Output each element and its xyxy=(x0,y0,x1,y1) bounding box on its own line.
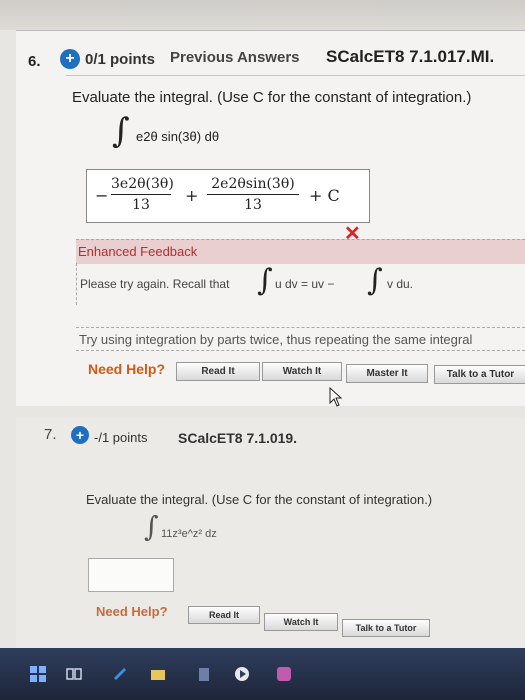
talk-to-tutor-button[interactable]: Talk to a Tutor xyxy=(342,619,430,637)
expand-plus-icon[interactable]: + xyxy=(60,49,80,69)
watch-it-button[interactable]: Watch It xyxy=(264,613,338,631)
points-label: -/1 points xyxy=(94,430,148,445)
previous-answers-link[interactable]: Previous Answers xyxy=(170,49,300,66)
question-6-header: 6. + 0/1 points Previous Answers SCalcET… xyxy=(16,45,525,73)
header-divider xyxy=(66,75,525,76)
read-it-button[interactable]: Read It xyxy=(188,606,260,624)
mouse-cursor-icon xyxy=(329,387,343,407)
integral-expression: e2θ sin(3θ) dθ xyxy=(136,129,220,144)
fraction-2-denominator: 13 xyxy=(244,197,262,213)
top-strip xyxy=(0,0,525,30)
feedback-title: Enhanced Feedback xyxy=(78,244,198,259)
edge-icon[interactable] xyxy=(112,666,128,682)
store-icon[interactable] xyxy=(196,666,212,682)
formula-part-2: v du. xyxy=(387,277,414,291)
folder-icon[interactable] xyxy=(150,666,166,682)
task-view-icon[interactable] xyxy=(66,666,82,682)
taskbar xyxy=(0,648,525,700)
master-it-button[interactable]: Master It xyxy=(346,364,428,383)
hint-box: Try using integration by parts twice, th… xyxy=(76,327,525,351)
formula-part-1: u dv = uv − xyxy=(275,277,335,291)
plus-sign: + xyxy=(185,186,199,205)
fraction-1: 3e2θ(3θ) 13 xyxy=(111,176,174,213)
windows-start-icon[interactable] xyxy=(30,666,46,682)
integral-expression: 11z³e^z² dz xyxy=(161,528,217,540)
app-icon[interactable] xyxy=(276,666,292,682)
fraction-1-denominator: 13 xyxy=(132,197,150,213)
question-number: 6. xyxy=(28,53,41,70)
feedback-body: Please try again. Recall that ∫ u dv = u… xyxy=(76,263,525,305)
feedback-text: Please try again. Recall that xyxy=(80,277,230,291)
fraction-1-numerator: 3e2θ(3θ) xyxy=(111,176,174,192)
question-number: 7. xyxy=(44,426,57,443)
watch-it-button[interactable]: Watch It xyxy=(262,362,342,381)
problem-code: SCalcET8 7.1.019. xyxy=(178,430,298,446)
read-it-button[interactable]: Read It xyxy=(176,362,260,381)
question-instruction: Evaluate the integral. (Use C for the co… xyxy=(72,89,472,106)
fraction-2: 2e2θsin(3θ) 13 xyxy=(207,176,299,213)
question-7-panel: 7. + -/1 points SCalcET8 7.1.019. Evalua… xyxy=(16,418,525,648)
answer-input-box[interactable] xyxy=(88,558,174,592)
integral-sign-icon: ∫ xyxy=(144,510,159,543)
question-instruction: Evaluate the integral. (Use C for the co… xyxy=(86,492,433,507)
constant-term: + C xyxy=(309,186,340,205)
integral-sign-icon: ∫ xyxy=(367,263,383,298)
feedback-header: Enhanced Feedback xyxy=(76,239,525,264)
minus-sign: − xyxy=(95,186,109,205)
integral-sign-icon: ∫ xyxy=(257,263,273,298)
fraction-2-numerator: 2e2θsin(3θ) xyxy=(211,176,295,192)
hint-text: Try using integration by parts twice, th… xyxy=(79,332,473,347)
integral-sign-icon: ∫ xyxy=(112,111,130,151)
question-6-panel: 6. + 0/1 points Previous Answers SCalcET… xyxy=(16,30,525,407)
points-label: 0/1 points xyxy=(85,51,156,68)
need-help-label: Need Help? xyxy=(88,361,166,377)
media-play-icon[interactable] xyxy=(234,666,250,682)
talk-to-tutor-button[interactable]: Talk to a Tutor xyxy=(434,365,525,384)
need-help-label: Need Help? xyxy=(96,604,168,619)
answer-input-box[interactable]: − 3e2θ(3θ) 13 + 2e2θsin(3θ) 13 + C xyxy=(86,169,370,223)
expand-plus-icon[interactable]: + xyxy=(71,426,89,444)
problem-code: SCalcET8 7.1.017.MI. xyxy=(326,47,495,66)
